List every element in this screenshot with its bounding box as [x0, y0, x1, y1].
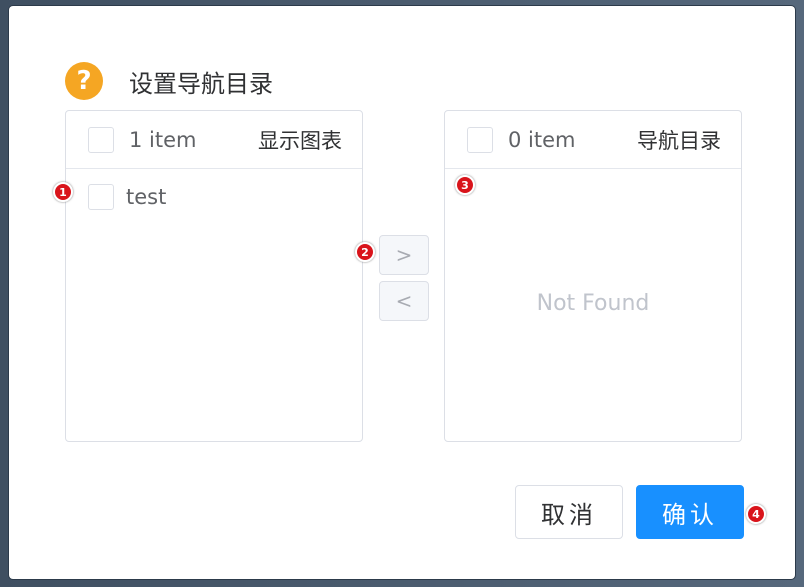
- move-to-right-button[interactable]: >: [379, 235, 429, 275]
- item-checkbox[interactable]: [88, 184, 114, 210]
- question-icon: ?: [65, 62, 103, 100]
- target-count: 0 item: [508, 127, 576, 152]
- cancel-button[interactable]: 取消: [515, 485, 623, 539]
- list-item[interactable]: test: [66, 169, 362, 210]
- item-label: test: [126, 185, 167, 209]
- nav-directory-dialog: ? 设置导航目录 1 item 显示图表 test > < 0 item 导航目…: [9, 6, 795, 579]
- target-panel: 0 item 导航目录 Not Found: [444, 110, 742, 442]
- annotation-marker-3: 3: [455, 175, 475, 195]
- empty-state-text: Not Found: [536, 291, 650, 316]
- target-select-all-checkbox[interactable]: [467, 126, 493, 153]
- target-panel-header: 0 item 导航目录: [445, 111, 741, 169]
- source-select-all-checkbox[interactable]: [88, 126, 114, 153]
- chevron-left-icon: <: [395, 289, 413, 313]
- move-to-left-button[interactable]: <: [379, 281, 429, 321]
- dialog-header: ? 设置导航目录: [65, 61, 273, 101]
- source-panel: 1 item 显示图表 test: [65, 110, 363, 442]
- confirm-button[interactable]: 确认: [636, 485, 744, 539]
- target-panel-title: 导航目录: [637, 128, 721, 153]
- annotation-marker-2: 2: [355, 242, 375, 262]
- source-count: 1 item: [129, 127, 197, 152]
- chevron-right-icon: >: [395, 243, 413, 267]
- annotation-marker-4: 4: [746, 504, 766, 524]
- dialog-title: 设置导航目录: [129, 69, 273, 98]
- source-panel-header: 1 item 显示图表: [66, 111, 362, 169]
- annotation-marker-1: 1: [53, 182, 73, 202]
- source-panel-title: 显示图表: [258, 128, 342, 153]
